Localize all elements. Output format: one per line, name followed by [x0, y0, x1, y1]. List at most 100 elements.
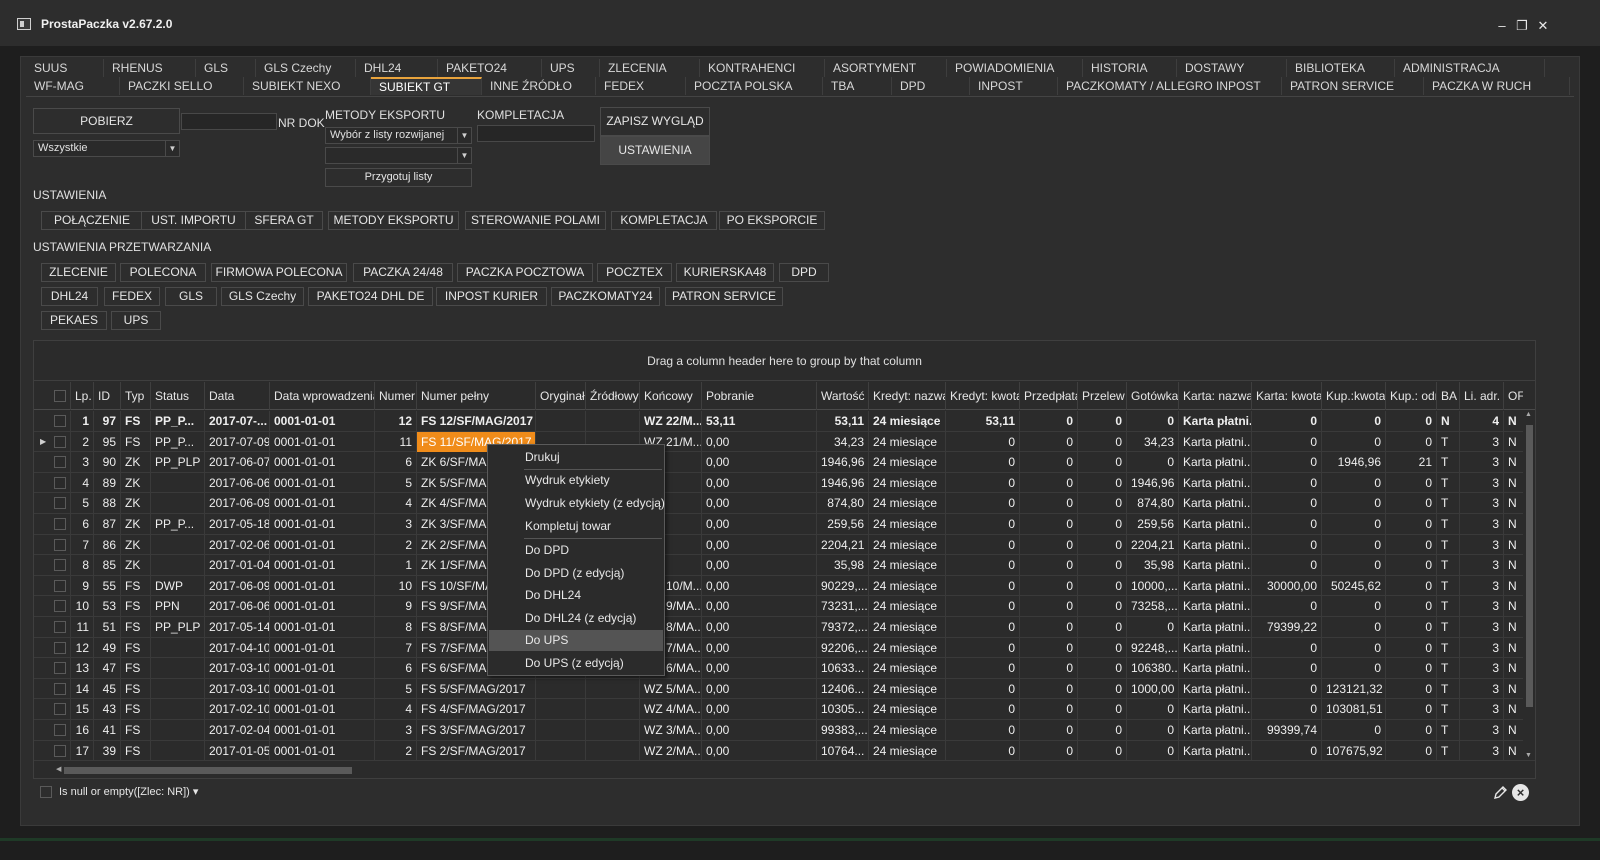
tab-dpd[interactable]: DPD: [892, 77, 970, 95]
row-checkbox[interactable]: [54, 724, 66, 736]
vertical-scroll-thumb[interactable]: [1526, 425, 1533, 707]
processing-firmowa-polecona-button[interactable]: FIRMOWA POLECONA: [211, 263, 347, 282]
column-header-oryginal[interactable]: Oryginał: [535, 382, 585, 410]
tab-tba[interactable]: TBA: [823, 77, 892, 95]
table-row[interactable]: 7 86 ZK 2017-02-06 0001-01-01 2 ZK 2/SF/MAG/20…: [34, 534, 1535, 556]
tab-biblioteka[interactable]: BIBLIOTEKA: [1287, 59, 1395, 77]
column-header-data_wpr[interactable]: Data wprowadzenia: [269, 382, 374, 410]
menu-item-do-dhl24[interactable]: Do DHL24: [489, 585, 663, 606]
column-header-id[interactable]: ID: [93, 382, 120, 410]
column-header-numer[interactable]: Numer: [374, 382, 416, 410]
kompletacja-input[interactable]: [477, 125, 595, 142]
settings-połączenie-button[interactable]: POŁĄCZENIE: [41, 211, 143, 230]
tab-inne-źródło[interactable]: INNE ŹRÓDŁO: [482, 77, 596, 95]
row-checkbox[interactable]: [54, 497, 66, 510]
filter-select[interactable]: Wszystkie ▼: [33, 140, 180, 157]
processing-inpost-kurier-button[interactable]: INPOST KURIER: [436, 287, 547, 306]
table-row[interactable]: 14 45 FS 2017-03-10 0001-01-01 5 FS 5/SF/MAG/2…: [34, 678, 1535, 700]
menu-item-wydruk-etykiety[interactable]: Wydruk etykiety: [489, 470, 663, 491]
row-checkbox[interactable]: [54, 579, 66, 592]
processing-pocztex-button[interactable]: POCZTEX: [597, 263, 672, 282]
tab-paczki-sello[interactable]: PACZKI SELLO: [120, 77, 244, 95]
processing-fedex-button[interactable]: FEDEX: [104, 287, 160, 306]
column-header-przelew[interactable]: Przelew: [1077, 382, 1126, 410]
column-header-zrodlowy[interactable]: Źródłowy: [585, 382, 639, 410]
processing-paczka-24-48-button[interactable]: PACZKA 24/48: [353, 263, 453, 282]
table-row[interactable]: 12 49 FS 2017-04-10 0001-01-01 7 FS 7/SF/MAG/2…: [34, 637, 1535, 659]
processing-ups-button[interactable]: UPS: [111, 311, 161, 330]
clear-filter-icon[interactable]: ×: [1512, 784, 1529, 801]
tab-paczka-w-ruch[interactable]: PACZKA W RUCH: [1424, 77, 1570, 95]
processing-paketo24-dhl-de-button[interactable]: PAKETO24 DHL DE: [308, 287, 433, 306]
tab-administracja[interactable]: ADMINISTRACJA: [1395, 59, 1545, 77]
column-header-koncowy[interactable]: Końcowy: [639, 382, 701, 410]
tab-poczta-polska[interactable]: POCZTA POLSKA: [686, 77, 823, 95]
tab-historia[interactable]: HISTORIA: [1083, 59, 1177, 77]
settings-ust-importu-button[interactable]: UST. IMPORTU: [141, 211, 246, 230]
table-row[interactable]: 15 43 FS 2017-02-10 0001-01-01 4 FS 4/SF/MAG/2…: [34, 699, 1535, 720]
column-header-status[interactable]: Status: [150, 382, 204, 410]
tab-rhenus[interactable]: RHENUS: [104, 59, 196, 77]
row-checkbox[interactable]: [54, 641, 66, 654]
scroll-up-icon[interactable]: ▲: [1525, 411, 1532, 418]
processing-pekaes-button[interactable]: PEKAES: [41, 311, 107, 330]
row-checkbox[interactable]: [54, 621, 66, 633]
tab-zlecenia[interactable]: ZLECENIA: [600, 59, 700, 77]
settings-sfera-gt-button[interactable]: SFERA GT: [245, 211, 323, 230]
tab-gls[interactable]: GLS: [196, 59, 256, 77]
table-row[interactable]: 6 87 ZK PP_P... 2017-05-18 0001-01-01 3 ZK 3/SF…: [34, 514, 1535, 535]
tab-dhl24[interactable]: DHL24: [356, 59, 438, 77]
menu-item-do-dhl24-z-edycją[interactable]: Do DHL24 (z edycją): [489, 608, 663, 629]
zapisz-wyglad-button[interactable]: ZAPISZ WYGLĄD: [600, 107, 710, 136]
column-header-karta_kwota[interactable]: Karta: kwota: [1251, 382, 1321, 410]
column-header-li_adr[interactable]: Li. adr.: [1459, 382, 1503, 410]
horizontal-scroll-thumb[interactable]: [64, 767, 352, 774]
tab-inpost[interactable]: INPOST: [970, 77, 1058, 95]
select-all-checkbox[interactable]: [54, 390, 66, 402]
settings-kompletacja-button[interactable]: KOMPLETACJA: [611, 211, 717, 230]
tab-wf-mag[interactable]: WF-MAG: [26, 77, 120, 95]
tab-paketo24[interactable]: PAKETO24: [438, 59, 542, 77]
scroll-left-icon[interactable]: ◀: [56, 765, 61, 773]
table-row[interactable]: 8 85 ZK 2017-01-04 0001-01-01 1 ZK 1/SF/MAG/20…: [34, 555, 1535, 576]
pencil-icon[interactable]: [1493, 785, 1508, 800]
horizontal-scrollbar[interactable]: ◀: [56, 764, 1516, 776]
menu-item-drukuj[interactable]: Drukuj: [489, 447, 663, 468]
row-checkbox[interactable]: [54, 415, 66, 427]
tab-subiekt-gt[interactable]: SUBIEKT GT: [371, 77, 482, 95]
tab-powiadomienia[interactable]: POWIADOMIENIA: [947, 59, 1083, 77]
nr-dok-input[interactable]: [181, 113, 277, 130]
pobierz-button[interactable]: POBIERZ: [33, 108, 180, 134]
row-checkbox[interactable]: [54, 456, 66, 469]
row-checkbox[interactable]: [54, 662, 66, 675]
scroll-down-icon[interactable]: ▼: [1525, 752, 1532, 759]
table-row[interactable]: 5 88 ZK 2017-06-09 0001-01-01 4 ZK 4/SF/MAG/20…: [34, 493, 1535, 514]
table-row[interactable]: 11 51 FS PP_PLP 2017-05-14 0001-01-01 8 FS 8/SF…: [34, 617, 1535, 638]
minimize-icon[interactable]: –: [1494, 18, 1510, 34]
table-row[interactable]: 13 47 FS 2017-03-10 0001-01-01 6 FS 6/SF/MAG/2…: [34, 658, 1535, 679]
column-header-data[interactable]: Data: [204, 382, 269, 410]
column-header-ba[interactable]: BA: [1436, 382, 1459, 410]
tab-suus[interactable]: SUUS: [26, 59, 104, 77]
table-row[interactable]: 10 53 FS PPN 2017-06-06 0001-01-01 9 FS 9/SF/MA…: [34, 596, 1535, 617]
column-header-numer_pelny[interactable]: Numer pełny: [416, 382, 535, 410]
table-row[interactable]: 1 97 FS PP_P... 2017-07-... 0001-01-01 12 FS 12…: [34, 411, 1535, 432]
row-checkbox[interactable]: [54, 703, 66, 716]
processing-paczka-pocztowa-button[interactable]: PACZKA POCZTOWA: [457, 263, 593, 282]
tab-asortyment[interactable]: ASORTYMENT: [825, 59, 947, 77]
processing-paczkomaty24-button[interactable]: PACZKOMATY24: [551, 287, 660, 306]
filter-enable-checkbox[interactable]: [40, 786, 52, 798]
tab-gls-czechy[interactable]: GLS Czechy: [256, 59, 356, 77]
settings-metody-eksportu-button[interactable]: METODY EKSPORTU: [328, 211, 459, 230]
row-checkbox[interactable]: [54, 518, 66, 530]
metody-eksportu-select-2[interactable]: ▼: [325, 147, 472, 164]
tab-subiekt-nexo[interactable]: SUBIEKT NEXO: [244, 77, 371, 95]
ustawienia-button[interactable]: USTAWIENIA: [600, 136, 710, 165]
column-header-kred_nazwa[interactable]: Kredyt: nazwa: [868, 382, 945, 410]
column-header-gotowka[interactable]: Gotówka: [1126, 382, 1178, 410]
group-panel[interactable]: Drag a column header here to group by th…: [34, 341, 1535, 381]
menu-item-wydruk-etykiety-z-edycją[interactable]: Wydruk etykiety (z edycją): [489, 493, 665, 514]
column-header-kred_kwota[interactable]: Kredyt: kwota: [945, 382, 1019, 410]
settings-sterowanie-polami-button[interactable]: STEROWANIE POLAMI: [465, 211, 606, 230]
row-checkbox[interactable]: [54, 559, 66, 572]
